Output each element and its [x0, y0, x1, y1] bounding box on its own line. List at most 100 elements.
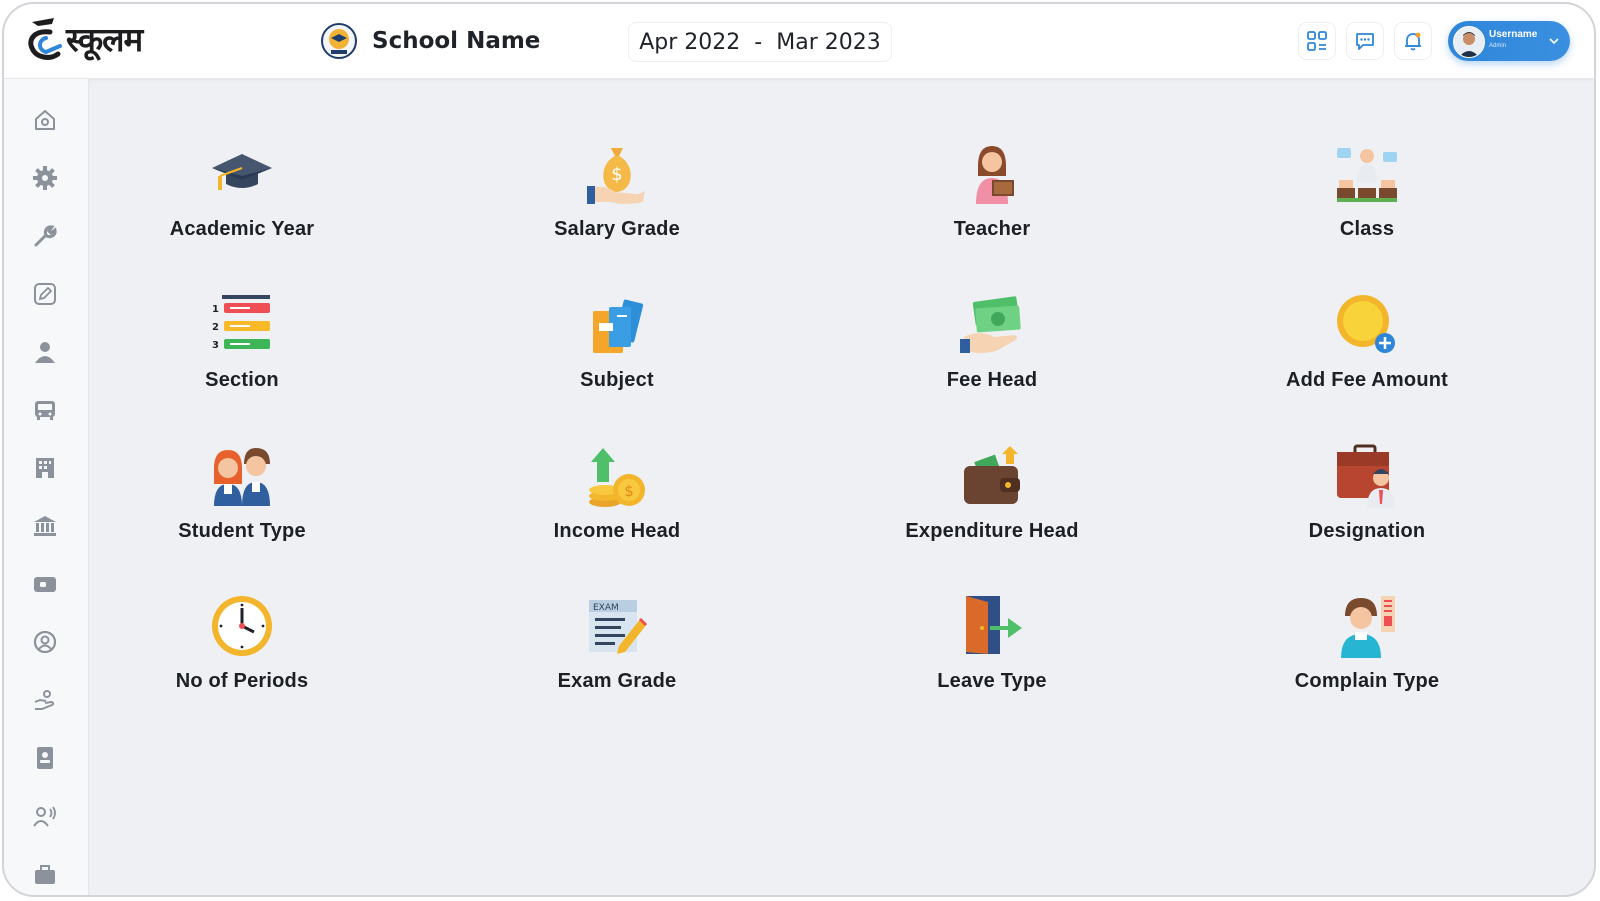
tile-label: Academic Year: [169, 218, 315, 240]
tile-complain-type[interactable]: Complain Type: [1217, 594, 1517, 724]
school-block: School Name: [320, 20, 540, 62]
tile-label: Income Head: [553, 520, 681, 542]
home-icon: [35, 110, 55, 130]
tile-label: Teacher: [953, 218, 1031, 240]
tile-teacher[interactable]: Teacher: [842, 142, 1142, 272]
account-icon: [33, 630, 57, 654]
sidebar: [4, 79, 89, 895]
sidebar-item-donation[interactable]: [30, 685, 60, 715]
grid-icon: [1307, 31, 1327, 51]
income-growth-icon: $: [589, 448, 645, 507]
session-start: Apr 2022: [639, 29, 741, 55]
chat-icon: [1356, 33, 1374, 50]
messages-button[interactable]: [1346, 22, 1384, 60]
tile-label: Subject: [580, 369, 654, 391]
tile-label: Section: [205, 369, 279, 391]
complaint-icon: [1341, 596, 1395, 658]
tile-label: Expenditure Head: [905, 520, 1079, 542]
sidebar-item-wallet[interactable]: [30, 569, 60, 599]
graduation-cap-icon: [212, 154, 272, 190]
tile-label: Designation: [1308, 520, 1426, 542]
tile-subject[interactable]: Subject: [467, 293, 767, 423]
tile-income-head[interactable]: $ Income Head: [467, 444, 767, 574]
money-bag-icon: $: [587, 148, 645, 204]
classroom-icon: [1337, 148, 1397, 202]
donate-icon: [34, 690, 55, 710]
tile-label: Salary Grade: [554, 218, 680, 240]
cash-hand-icon: [960, 296, 1021, 353]
coin-plus-icon: [1337, 295, 1395, 353]
app-logo[interactable]: स्कूलम: [24, 14, 194, 70]
tile-leave-type[interactable]: Leave Type: [842, 594, 1142, 724]
school-name: School Name: [372, 28, 541, 54]
svg-text:$: $: [611, 164, 622, 185]
tile-section[interactable]: 1 2 3 Section: [92, 293, 392, 423]
tile-exam-grade[interactable]: EXAM Exam Grade: [467, 594, 767, 724]
sidebar-item-edit[interactable]: [30, 279, 60, 309]
bus-icon: [35, 401, 55, 420]
user-name: Username: [1489, 29, 1538, 40]
user-icon: [35, 342, 55, 363]
session-separator: -: [754, 29, 763, 55]
tile-label: No of Periods: [175, 670, 309, 692]
sidebar-item-tools[interactable]: [30, 221, 60, 251]
wrench-icon: [34, 225, 57, 247]
settings-icon: [33, 166, 57, 190]
apps-grid-button[interactable]: [1298, 22, 1336, 60]
top-header: स्कूलम School Name Apr 2022 - Mar 2023 U…: [4, 4, 1594, 79]
tile-student-type[interactable]: Student Type: [92, 444, 392, 574]
exam-paper-icon: EXAM: [589, 600, 647, 654]
tile-academic-year[interactable]: Academic Year: [92, 142, 392, 272]
user-photo-icon: [1454, 27, 1484, 57]
speaker-icon: [33, 806, 56, 827]
edit-icon: [34, 283, 56, 305]
tile-salary-grade[interactable]: $ Salary Grade: [467, 142, 767, 272]
tile-label: Fee Head: [946, 369, 1038, 391]
app-window: स्कूलम School Name Apr 2022 - Mar 2023 U…: [2, 2, 1596, 897]
tile-no-of-periods[interactable]: No of Periods: [92, 594, 392, 724]
sidebar-item-transport[interactable]: [30, 395, 60, 425]
tile-designation[interactable]: Designation: [1217, 444, 1517, 574]
clock-icon: [212, 596, 272, 656]
svg-text:2: 2: [212, 322, 219, 333]
svg-text:EXAM: EXAM: [593, 603, 619, 613]
svg-text:3: 3: [212, 340, 219, 351]
numbered-list-icon: 1 2 3: [212, 295, 270, 351]
sidebar-item-account[interactable]: [30, 627, 60, 657]
wallet-out-icon: [964, 446, 1020, 504]
sidebar-item-jobs[interactable]: [30, 859, 60, 889]
sidebar-item-users[interactable]: [30, 337, 60, 367]
tile-class[interactable]: Class: [1217, 142, 1517, 272]
sidebar-item-contacts[interactable]: [30, 743, 60, 773]
user-role: Admin: [1489, 43, 1507, 49]
bell-icon: [1405, 32, 1421, 51]
tile-add-fee-amount[interactable]: Add Fee Amount: [1217, 293, 1517, 423]
logo-mark-icon: [28, 18, 62, 60]
sidebar-item-announcements[interactable]: [30, 801, 60, 831]
svg-text:1: 1: [212, 304, 219, 315]
sidebar-item-hostel[interactable]: [30, 453, 60, 483]
sidebar-item-home[interactable]: [30, 105, 60, 135]
sidebar-item-bank[interactable]: [30, 511, 60, 541]
tile-expenditure-head[interactable]: Expenditure Head: [842, 444, 1142, 574]
students-icon: [214, 448, 270, 506]
notifications-button[interactable]: [1394, 22, 1432, 60]
session-selector[interactable]: Apr 2022 - Mar 2023: [628, 22, 892, 62]
exit-door-icon: [966, 596, 1022, 654]
sidebar-item-settings[interactable]: [30, 163, 60, 193]
tile-label: Leave Type: [937, 670, 1047, 692]
businessman-icon: [1337, 444, 1395, 508]
contact-book-icon: [37, 747, 53, 769]
briefcase-icon: [35, 865, 55, 884]
tile-fee-head[interactable]: Fee Head: [842, 293, 1142, 423]
books-icon: [593, 299, 644, 353]
chevron-down-icon: [1549, 38, 1559, 45]
school-crest-icon: [321, 23, 357, 59]
tile-label: Complain Type: [1294, 670, 1440, 692]
tile-label: Student Type: [178, 520, 306, 542]
tile-label: Exam Grade: [557, 670, 677, 692]
user-menu[interactable]: Username Admin: [1448, 21, 1570, 61]
tile-label: Class: [1339, 218, 1395, 240]
session-end: Mar 2023: [776, 29, 881, 55]
svg-text:$: $: [624, 482, 634, 500]
